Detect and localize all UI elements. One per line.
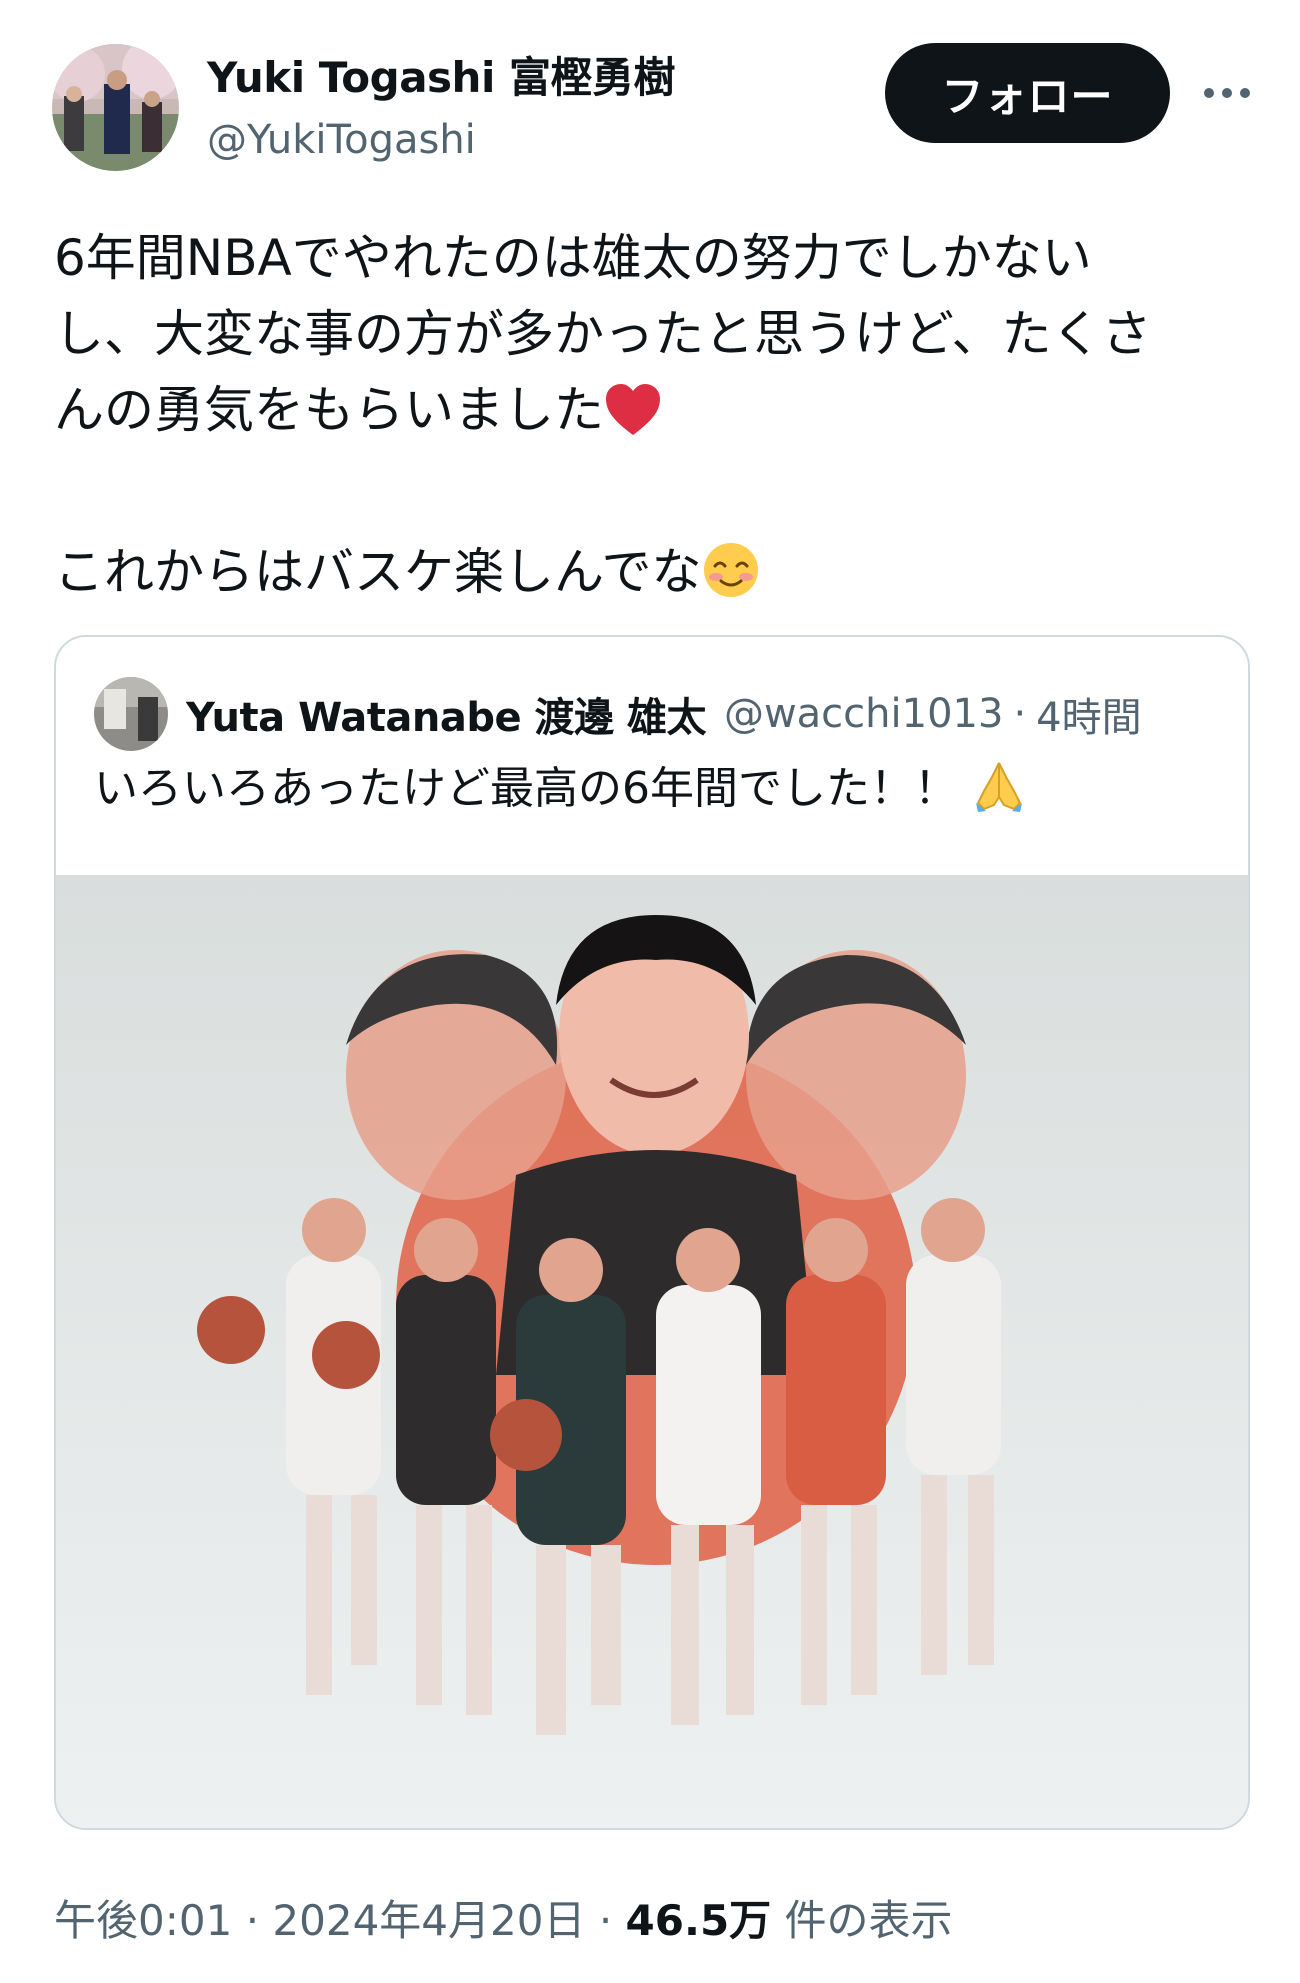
author-info: Yuki Togashi 富樫勇樹 @YukiTogashi	[207, 50, 675, 168]
tweet-meta: 午後0:01 · 2024年4月20日 · 46.5万 件の表示	[54, 1887, 953, 1948]
tweet-text-line: し、大変な事の方が多かったと思うけど、たくさ	[54, 305, 1152, 363]
smiling-face-emoji-icon	[702, 541, 760, 620]
quoted-handle[interactable]: @wacchi1013	[724, 691, 1003, 737]
quoted-separator: ·	[1013, 691, 1027, 737]
tweet-time[interactable]: 午後0:01	[54, 1896, 232, 1945]
meta-separator: ·	[245, 1896, 260, 1945]
tweet-text-line: これからはバスケ楽しんでな	[54, 543, 702, 601]
author-handle[interactable]: @YukiTogashi	[207, 112, 675, 168]
tweet-text: 6年間NBAでやれたのは雄太の努力でしかない し、大変な事の方が多かったと思うけ…	[54, 220, 1254, 620]
tweet-text-line: んの勇気をもらいました	[54, 381, 604, 439]
view-count-label: 件の表示	[784, 1896, 953, 1945]
author-avatar[interactable]	[52, 44, 179, 171]
more-icon[interactable]	[1192, 68, 1262, 118]
folded-hands-emoji-icon	[972, 757, 1026, 830]
quoted-header: Yuta Watanabe 渡邊 雄太 @wacchi1013 · 4時間	[94, 677, 1142, 751]
quoted-media-image[interactable]	[56, 875, 1248, 1828]
quoted-avatar[interactable]	[94, 677, 168, 751]
view-count: 46.5万	[625, 1896, 772, 1945]
tweet: Yuki Togashi 富樫勇樹 @YukiTogashi フォロー 6年間N…	[0, 0, 1300, 1983]
quoted-text: いろいろあったけど最高の6年間でした！！	[94, 757, 1026, 830]
author-display-name[interactable]: Yuki Togashi 富樫勇樹	[207, 50, 675, 106]
meta-separator: ·	[598, 1896, 613, 1945]
heart-emoji-icon	[604, 382, 662, 458]
quoted-display-name[interactable]: Yuta Watanabe 渡邊 雄太	[186, 685, 706, 743]
quoted-tweet[interactable]: Yuta Watanabe 渡邊 雄太 @wacchi1013 · 4時間 いろ…	[54, 635, 1250, 1830]
quoted-timestamp[interactable]: 4時間	[1036, 685, 1141, 743]
tweet-text-line: 6年間NBAでやれたのは雄太の努力でしかない	[54, 229, 1092, 287]
tweet-date[interactable]: 2024年4月20日	[272, 1896, 585, 1945]
follow-button[interactable]: フォロー	[885, 43, 1170, 143]
quoted-text-body: いろいろあったけど最高の6年間でした！！	[94, 763, 958, 814]
